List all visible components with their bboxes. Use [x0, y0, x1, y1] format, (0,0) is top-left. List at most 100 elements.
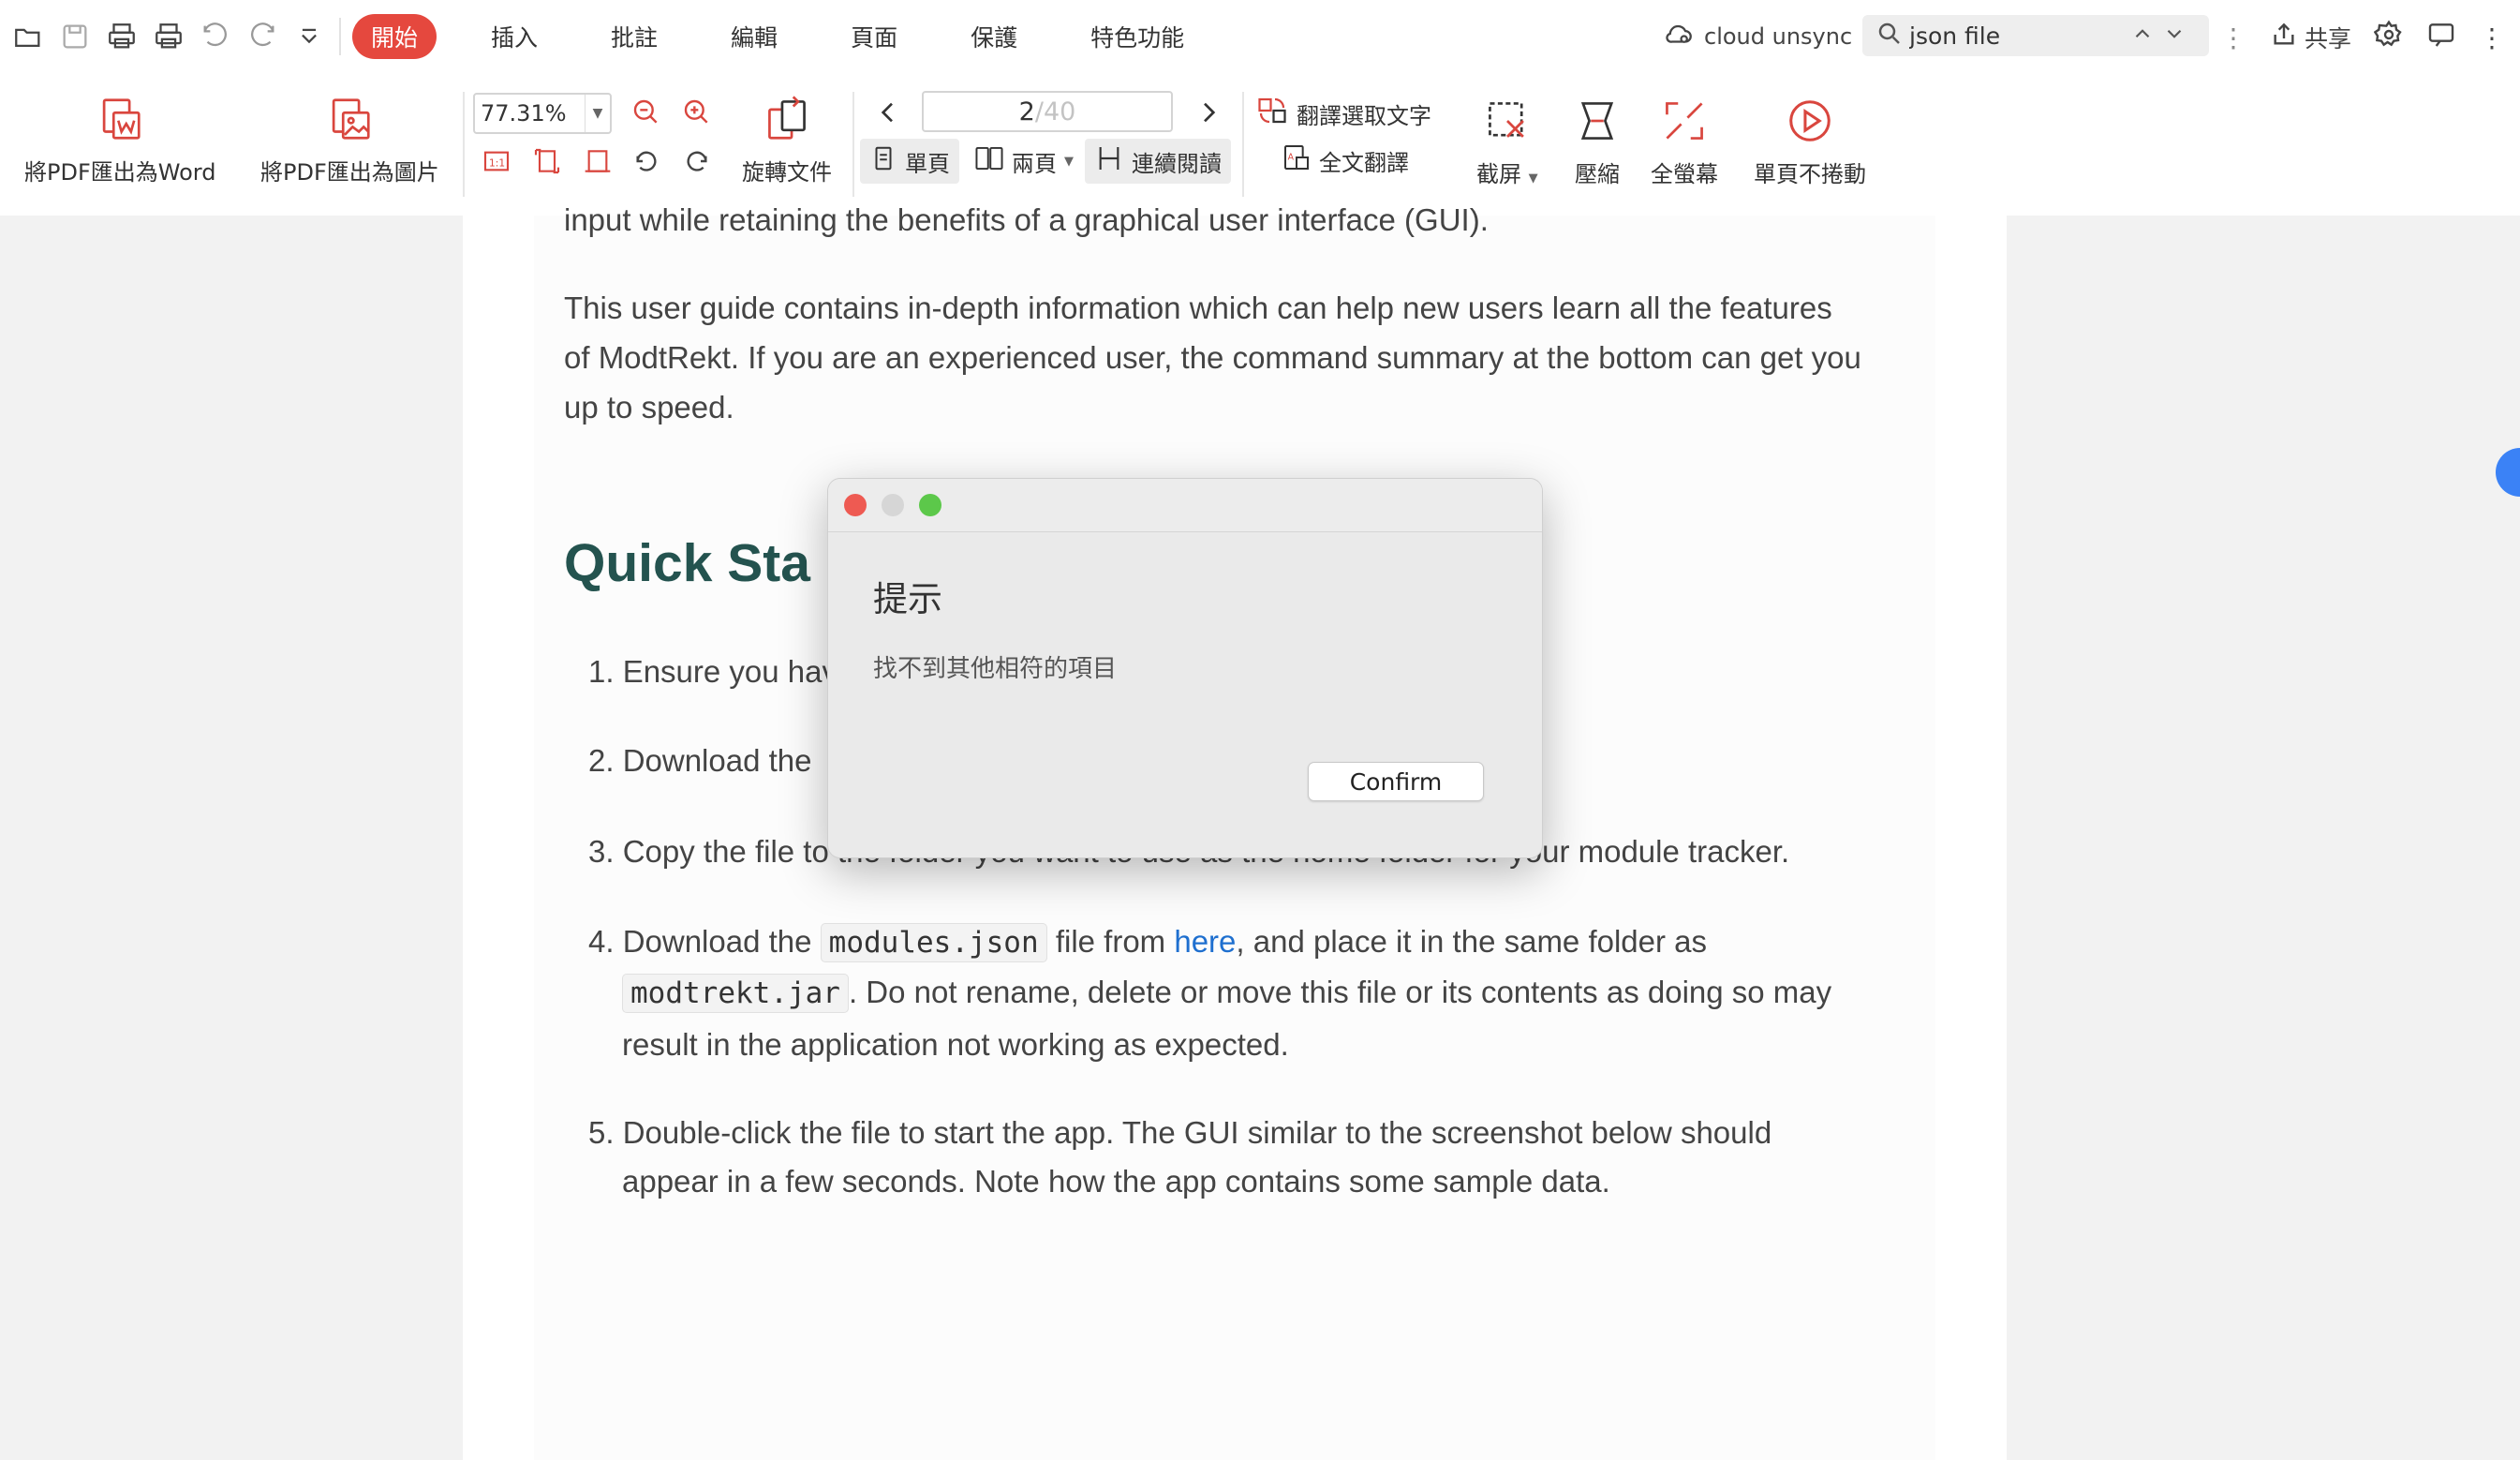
close-window-button[interactable]: [844, 494, 867, 516]
continuous-read-label: 連續閱讀: [1132, 150, 1222, 177]
translate-full-button[interactable]: A 全文翻譯: [1282, 142, 1409, 178]
fit-page-icon[interactable]: [530, 144, 564, 178]
continuous-read-button[interactable]: 連續閱讀: [1085, 139, 1231, 184]
doc-para1-line1: This user guide contains in-depth inform…: [564, 291, 1832, 325]
pdf-to-image-icon: [322, 92, 377, 146]
ribbon-toolbar: 將PDF匯出為Word 將PDF匯出為圖片 77.31% ▼ 1:1 旋轉文件: [0, 73, 2520, 216]
list-item-4-line3: result in the application not working as…: [622, 1027, 1289, 1062]
tab-home[interactable]: 開始: [352, 14, 437, 59]
settings-icon[interactable]: [2373, 20, 2404, 55]
tab-protect[interactable]: 保護: [952, 14, 1036, 59]
screenshot-label: 截屏 ▼: [1476, 161, 1538, 187]
list-item-2: 2. Download the: [588, 743, 812, 778]
fullscreen-icon: [1657, 94, 1712, 148]
translate-icon: [1255, 94, 1289, 133]
export-word-label: 將PDF匯出為Word: [24, 159, 216, 186]
here-link[interactable]: here: [1174, 924, 1236, 959]
print-icon[interactable]: [103, 18, 141, 55]
continuous-read-icon: [1094, 143, 1124, 179]
more-vertical-icon[interactable]: ⋮: [2220, 22, 2246, 53]
dialog-message: 找不到其他相符的項目: [873, 655, 1118, 683]
code-modules-json: modules.json: [820, 923, 1047, 962]
divider: [463, 92, 465, 197]
rotate-left-icon[interactable]: [630, 144, 663, 178]
share-button[interactable]: 共享: [2269, 20, 2351, 55]
screenshot-icon: [1480, 94, 1534, 148]
svg-text:1:1: 1:1: [489, 156, 505, 169]
list-item-1: 1. Ensure you hav: [588, 654, 838, 689]
zoom-out-icon[interactable]: [630, 96, 663, 129]
list-item-5-line1: 5. Double-click the file to start the ap…: [588, 1115, 1772, 1150]
list-item-4-line1: 4. Download the modules.json file from h…: [588, 916, 1707, 968]
share-icon: [2269, 20, 2299, 55]
two-page-dropdown-icon[interactable]: ▼: [1064, 155, 1074, 169]
translate-selection-label: 翻譯選取文字: [1297, 102, 1431, 129]
zoom-in-icon[interactable]: [680, 96, 714, 129]
compress-button[interactable]: 壓縮: [1570, 94, 1624, 188]
two-page-button[interactable]: 兩頁 ▼: [965, 139, 1083, 184]
search-box[interactable]: [1862, 15, 2209, 56]
zoom-dropdown-icon[interactable]: ▼: [585, 95, 610, 132]
tab-comment[interactable]: 批註: [592, 14, 676, 59]
translate-selection-button[interactable]: 翻譯選取文字: [1255, 94, 1431, 133]
tab-page[interactable]: 頁面: [832, 14, 916, 59]
tab-insert[interactable]: 插入: [472, 14, 556, 59]
play-icon: [1783, 94, 1837, 148]
menu-bar: 開始 插入 批註 編輯 頁面 保護 特色功能 cloud unsync ⋮ 共享: [0, 0, 2520, 73]
fullscreen-button[interactable]: 全螢幕: [1651, 94, 1718, 188]
customize-dropdown-icon[interactable]: [290, 18, 328, 55]
single-page-icon: [869, 144, 897, 178]
zoom-select[interactable]: 77.31% ▼: [473, 93, 612, 134]
quick-print-icon[interactable]: [150, 18, 187, 55]
quick-start-heading: Quick Sta: [564, 533, 810, 593]
search-input[interactable]: [1904, 21, 2117, 51]
export-image-button[interactable]: 將PDF匯出為圖片: [260, 92, 439, 186]
svg-text:A: A: [1288, 153, 1295, 163]
search-next-icon[interactable]: [2162, 22, 2186, 50]
list-item-5-line2: appear in a few seconds. Note how the ap…: [622, 1164, 1610, 1199]
more-options-icon[interactable]: ⋮: [2479, 22, 2505, 53]
dialog-titlebar: [828, 479, 1542, 532]
rotate-document-icon: [760, 92, 814, 146]
actual-size-icon[interactable]: 1:1: [480, 144, 513, 178]
open-folder-icon[interactable]: [9, 18, 47, 55]
confirm-button[interactable]: Confirm: [1308, 762, 1484, 801]
export-word-button[interactable]: 將PDF匯出為Word: [24, 92, 215, 186]
floating-assistant-button[interactable]: [2496, 448, 2520, 497]
rotate-document-label: 旋轉文件: [742, 159, 832, 186]
next-page-icon[interactable]: [1192, 96, 1225, 129]
fullscreen-label: 全螢幕: [1651, 161, 1718, 187]
alert-dialog: 提示 找不到其他相符的項目 Confirm: [827, 478, 1543, 858]
minimize-window-button[interactable]: [882, 494, 904, 516]
rotate-document-button[interactable]: 旋轉文件: [742, 92, 832, 186]
screenshot-dropdown-icon[interactable]: ▼: [1529, 171, 1538, 186]
undo-icon[interactable]: [197, 18, 234, 55]
current-page: 2: [1018, 97, 1035, 127]
tab-edit[interactable]: 編輯: [712, 14, 796, 59]
maximize-window-button[interactable]: [919, 494, 941, 516]
list-item-4-line2: modtrekt.jar. Do not rename, delete or m…: [622, 967, 1831, 1019]
tab-features[interactable]: 特色功能: [1072, 14, 1203, 59]
single-no-scroll-button[interactable]: 單頁不捲動: [1754, 94, 1866, 188]
translate-full-label: 全文翻譯: [1319, 149, 1409, 176]
compress-label: 壓縮: [1575, 161, 1620, 187]
zoom-value: 77.31%: [481, 100, 567, 127]
fit-width-icon[interactable]: [581, 144, 615, 178]
cloud-status[interactable]: cloud unsync: [1663, 17, 1852, 56]
search-prev-icon[interactable]: [2130, 22, 2155, 50]
message-icon[interactable]: [2426, 20, 2456, 55]
search-icon: [1875, 20, 1904, 52]
single-page-button[interactable]: 單頁: [860, 139, 959, 184]
page-number-field[interactable]: 2 /40: [922, 91, 1173, 132]
save-icon[interactable]: [56, 18, 94, 55]
total-pages: /40: [1034, 97, 1076, 127]
redo-icon[interactable]: [244, 18, 281, 55]
prev-page-icon[interactable]: [871, 96, 905, 129]
screenshot-button[interactable]: 截屏 ▼: [1476, 94, 1538, 188]
export-image-label: 將PDF匯出為圖片: [260, 159, 439, 186]
cloud-status-label: cloud unsync: [1704, 23, 1853, 50]
rotate-right-icon[interactable]: [680, 144, 714, 178]
two-page-icon: [974, 144, 1004, 178]
single-no-scroll-label: 單頁不捲動: [1754, 161, 1866, 187]
cloud-icon: [1663, 18, 1695, 55]
